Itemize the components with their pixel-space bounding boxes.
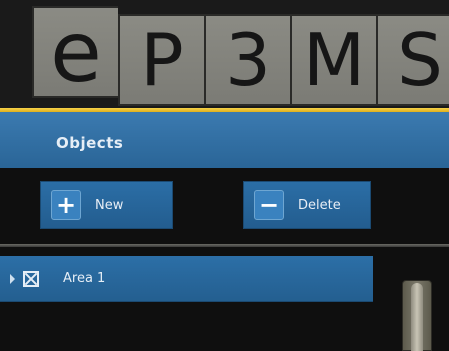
tree-item-label: Area 1: [63, 271, 106, 286]
logo-letter-e: e: [32, 6, 118, 98]
new-button-label: New: [95, 197, 124, 213]
logo-header: e P 3 M S: [0, 0, 449, 108]
scrollbar-thumb[interactable]: [411, 283, 423, 351]
checkbox-checked-icon[interactable]: [23, 270, 39, 287]
logo-letter-s: S: [376, 14, 449, 106]
new-button[interactable]: + New: [40, 181, 173, 229]
expand-arrow-icon[interactable]: [10, 273, 15, 284]
panel-title: Objects: [56, 134, 124, 152]
tree-item[interactable]: Area 1: [0, 256, 373, 302]
logo-letter-p: P: [118, 14, 204, 106]
plus-icon: +: [51, 190, 81, 220]
delete-button-label: Delete: [298, 197, 341, 213]
delete-button[interactable]: − Delete: [243, 181, 371, 229]
logo: e P 3 M S: [32, 6, 449, 106]
minus-icon: −: [254, 190, 284, 220]
logo-letter-3: 3: [204, 14, 290, 106]
logo-letter-m: M: [290, 14, 376, 106]
